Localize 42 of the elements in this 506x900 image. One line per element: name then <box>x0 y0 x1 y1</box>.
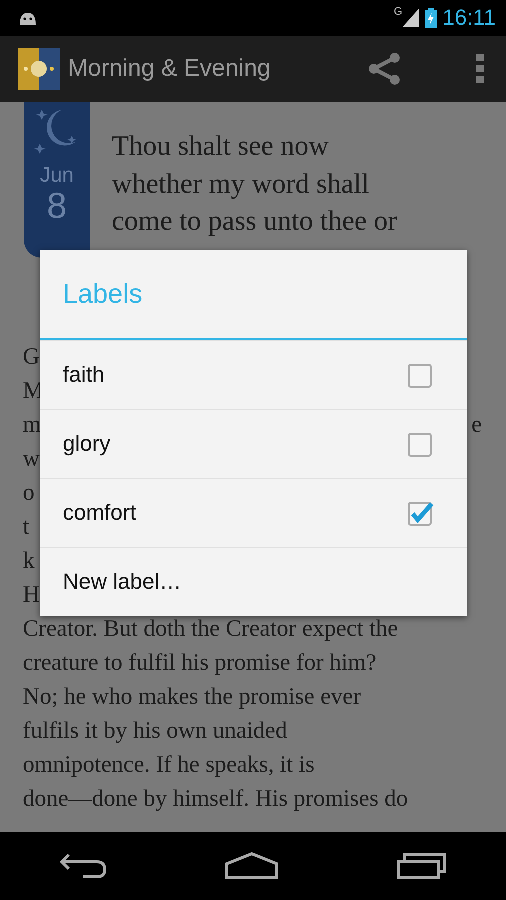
label-option[interactable]: faith <box>40 340 467 409</box>
date-day: 8 <box>46 188 68 224</box>
new-label-option[interactable]: New label… <box>40 547 467 616</box>
network-type: G <box>394 6 403 18</box>
body-text: e <box>472 411 482 440</box>
home-icon[interactable] <box>225 852 279 880</box>
back-icon[interactable] <box>59 852 107 880</box>
heading-line: Thou shalt see now <box>112 130 330 164</box>
clock: 16:11 <box>442 5 496 31</box>
body-text: k <box>23 547 35 576</box>
app-title: Morning & Evening <box>68 55 271 83</box>
body-text: No; he who makes the promise ever <box>23 683 362 712</box>
body-text: w <box>23 445 40 474</box>
checkbox[interactable] <box>407 430 435 458</box>
recent-apps-icon[interactable] <box>397 852 447 880</box>
body-text: Creator. But doth the Creator expect the <box>23 615 398 644</box>
heading-line: come to pass unto thee or <box>112 205 398 239</box>
checkbox[interactable] <box>407 361 435 389</box>
label-name: faith <box>63 362 105 388</box>
date-month: Jun <box>40 164 74 188</box>
body-text: m <box>23 411 42 440</box>
checkbox[interactable] <box>407 499 435 527</box>
body-text: creature to fulfil his promise for him? <box>23 649 377 678</box>
body-text: H <box>23 581 40 610</box>
label-option[interactable]: glory <box>40 409 467 478</box>
label-name: comfort <box>63 500 136 526</box>
heading-line: whether my word shall <box>112 168 370 202</box>
body-text: o <box>23 479 35 508</box>
signal-icon <box>402 9 419 27</box>
battery-icon <box>424 8 437 28</box>
body-text: fulfils it by his own unaided <box>23 717 288 746</box>
body-text: G <box>23 343 40 372</box>
body-text: omnipotence. If he speaks, it is <box>23 751 315 780</box>
label-option[interactable]: comfort <box>40 478 467 547</box>
body-text: t <box>23 513 30 542</box>
share-icon[interactable] <box>368 52 402 86</box>
dialog-title: Labels <box>40 250 467 340</box>
label-name: glory <box>63 431 111 457</box>
android-icon <box>18 11 38 25</box>
sun-moon-icon[interactable] <box>18 48 60 90</box>
overflow-menu-icon[interactable] <box>476 54 484 84</box>
body-text: done—done by himself. His promises do <box>23 785 408 814</box>
